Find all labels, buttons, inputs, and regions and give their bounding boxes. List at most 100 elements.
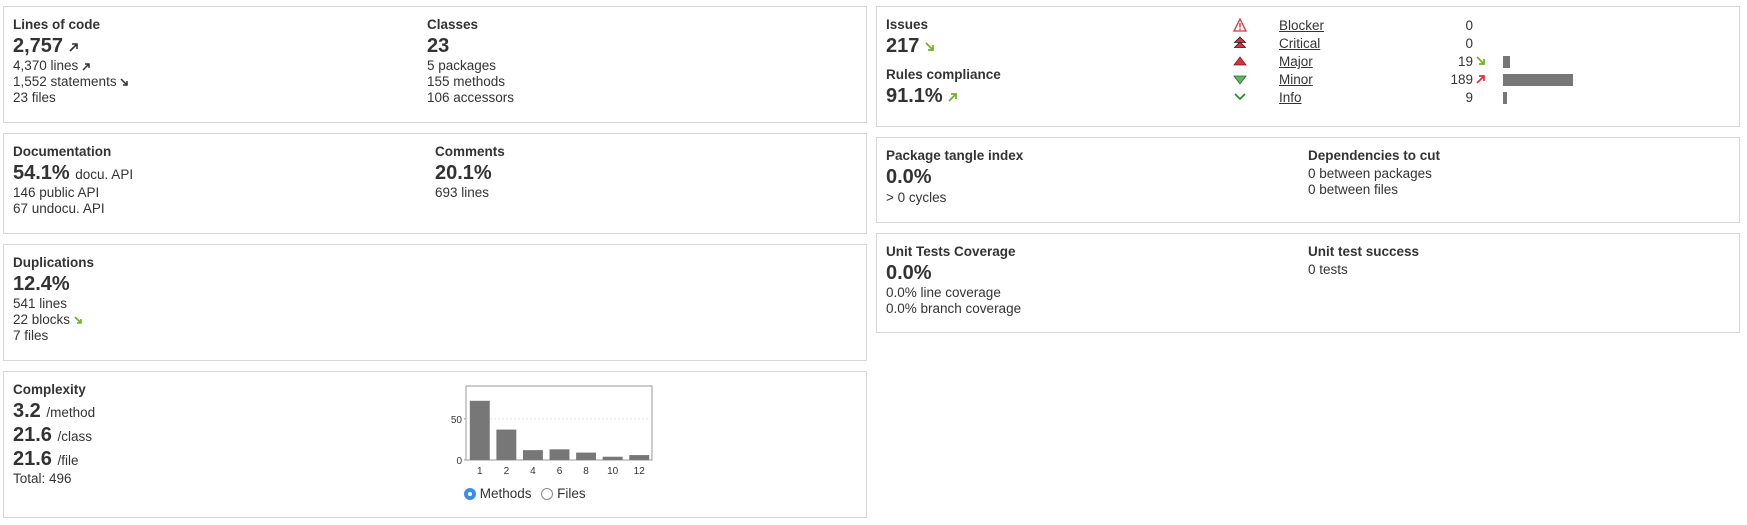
blocker-icon [1233, 18, 1247, 32]
issues-widget: Issues 217 Rules compliance 91.1% Blocke… [876, 6, 1740, 127]
issues-value-text: 217 [886, 35, 920, 57]
documentation-undoc-api[interactable]: 67 undocu. API [13, 201, 105, 217]
trend-down-good-icon [925, 42, 934, 51]
radio-files[interactable] [541, 488, 554, 500]
radio-methods-label[interactable]: Methods [480, 486, 532, 501]
tangle-cycles[interactable]: > 0 cycles [886, 190, 946, 206]
severity-count-critical[interactable]: 0 [1457, 36, 1473, 52]
dependencies-files[interactable]: 0 between files [1308, 182, 1398, 198]
severity-bar-minor [1503, 74, 1573, 86]
severity-link-major[interactable]: Major [1279, 54, 1313, 70]
rules-compliance-value[interactable]: 91.1% [886, 85, 958, 107]
complexity-title: Complexity [13, 382, 86, 397]
complexity-per-class-unit: /class [57, 429, 93, 444]
trend-up-icon [82, 63, 90, 71]
severity-bar-major [1503, 56, 1510, 68]
classes-title: Classes [427, 17, 479, 32]
y-tick-label: 50 [451, 415, 463, 426]
loc-value[interactable]: 2,757 [13, 35, 79, 57]
test-success-tests[interactable]: 0 tests [1308, 262, 1348, 278]
complexity-per-method-value: 3.2 [13, 400, 41, 422]
x-tick-label: 6 [557, 466, 563, 477]
duplications-title: Duplications [13, 255, 95, 270]
severity-count-minor[interactable]: 189 [1449, 72, 1473, 88]
documentation-value[interactable]: 54.1% docu. API [13, 162, 133, 186]
duplications-files[interactable]: 7 files [13, 328, 48, 344]
severity-row-major: Major 19 [1233, 53, 1713, 71]
duplications-value[interactable]: 12.4% [13, 273, 70, 295]
x-tick-label: 12 [634, 466, 646, 477]
coverage-line[interactable]: 0.0% line coverage [886, 285, 1001, 301]
x-tick-label: 1 [477, 466, 483, 477]
documentation-value-text: 54.1% [13, 162, 70, 184]
severity-row-info: Info 9 [1233, 89, 1713, 107]
loc-lines[interactable]: 4,370 lines [13, 58, 91, 74]
loc-title: Lines of code [13, 17, 101, 32]
dependencies-packages[interactable]: 0 between packages [1308, 166, 1432, 182]
issues-value[interactable]: 217 [886, 35, 935, 57]
trend-up-bad-icon [1476, 75, 1485, 84]
major-icon [1233, 56, 1247, 66]
severity-link-minor[interactable]: Minor [1279, 72, 1313, 88]
chart-frame [465, 385, 653, 461]
issues-title: Issues [886, 17, 929, 32]
duplications-blocks[interactable]: 22 blocks [13, 312, 83, 328]
loc-lines-text: 4,370 lines [13, 58, 79, 73]
documentation-unit: docu. API [75, 167, 134, 182]
loc-files[interactable]: 23 files [13, 90, 56, 106]
info-icon [1234, 93, 1246, 101]
comments-lines[interactable]: 693 lines [435, 185, 489, 201]
severity-count-blocker[interactable]: 0 [1457, 18, 1473, 34]
complexity-per-method[interactable]: 3.2 /method [13, 400, 95, 424]
comments-value[interactable]: 20.1% [435, 162, 492, 184]
x-tick-label: 10 [607, 466, 619, 477]
rules-compliance-value-text: 91.1% [886, 85, 943, 107]
minor-icon [1233, 75, 1247, 85]
trend-down-icon [120, 78, 129, 86]
severity-row-minor: Minor 189 [1233, 71, 1713, 89]
complexity-per-file-unit: /file [57, 453, 79, 468]
trend-up-icon [69, 42, 78, 52]
radio-methods[interactable] [464, 488, 476, 500]
duplications-widget: Duplications 12.4% 541 lines 22 blocks 7… [3, 244, 867, 361]
severity-row-blocker: Blocker 0 [1233, 17, 1713, 35]
loc-statements[interactable]: 1,552 statements [13, 74, 129, 90]
complexity-per-file[interactable]: 21.6 /file [13, 448, 79, 472]
chart-bar [576, 452, 597, 460]
chart-bar [602, 456, 623, 460]
y-tick-label: 0 [456, 456, 462, 467]
classes-packages[interactable]: 5 packages [427, 58, 496, 74]
documentation-widget: Documentation 54.1% docu. API 146 public… [3, 133, 867, 234]
tangle-value[interactable]: 0.0% [886, 166, 932, 188]
duplications-blocks-text: 22 blocks [13, 312, 71, 327]
x-tick-label: 2 [504, 466, 510, 477]
severity-link-critical[interactable]: Critical [1279, 36, 1320, 52]
severity-count-major[interactable]: 19 [1449, 54, 1473, 70]
coverage-branch[interactable]: 0.0% branch coverage [886, 301, 1021, 317]
severity-link-info[interactable]: Info [1279, 90, 1302, 106]
radio-files-label[interactable]: Files [557, 486, 586, 501]
rules-compliance-title: Rules compliance [886, 67, 1001, 82]
classes-methods[interactable]: 155 methods [427, 74, 505, 90]
chart-bar [629, 455, 650, 460]
loc-statements-text: 1,552 statements [13, 74, 117, 89]
trend-down-good-icon [1476, 56, 1485, 65]
coverage-title: Unit Tests Coverage [886, 244, 1016, 259]
documentation-public-api[interactable]: 146 public API [13, 185, 99, 201]
critical-icon [1233, 36, 1247, 48]
complexity-distribution-chart: 0501 2 4 6 8 10 12 [451, 385, 653, 477]
comments-title: Comments [435, 144, 505, 159]
classes-value[interactable]: 23 [427, 35, 449, 57]
size-widget: Lines of code 2,757 4,370 lines 1,552 st… [3, 6, 867, 123]
complexity-total[interactable]: Total: 496 [13, 471, 72, 487]
classes-accessors[interactable]: 106 accessors [427, 90, 514, 106]
complexity-per-class[interactable]: 21.6 /class [13, 424, 92, 448]
complexity-per-file-value: 21.6 [13, 448, 52, 470]
severity-count-info[interactable]: 9 [1457, 90, 1473, 106]
coverage-value[interactable]: 0.0% [886, 262, 932, 284]
complexity-radio-group: Methods Files [464, 486, 586, 502]
severity-link-blocker[interactable]: Blocker [1279, 18, 1324, 34]
severity-row-critical: Critical 0 [1233, 35, 1713, 53]
x-tick-label: 4 [530, 466, 536, 477]
duplications-lines[interactable]: 541 lines [13, 296, 67, 312]
